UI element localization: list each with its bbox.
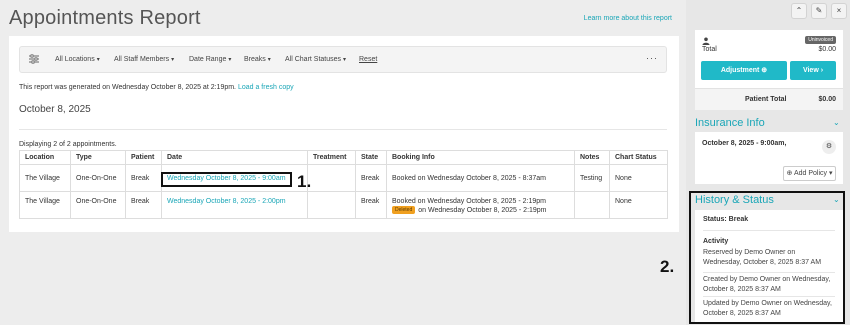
total-value: $0.00 [818, 46, 836, 53]
cell-type: One-On-One [70, 164, 126, 192]
deleted-badge: Deleted [392, 206, 416, 214]
deleted-text: on Wednesday October 8, 2025 - 2:19pm [418, 206, 547, 214]
table-header-row: Location Type Patient Date Treatment Sta… [19, 150, 668, 165]
gear-icon[interactable]: ⚙ [822, 140, 836, 154]
cell-booking-info: Booked on Wednesday October 8, 2025 - 8:… [386, 164, 575, 192]
divider [19, 129, 667, 130]
insurance-panel: October 8, 2025 - 9:00am, ⚙ ⊕ Add Policy… [695, 132, 843, 184]
patient-total-row: Patient Total $0.00 [695, 88, 843, 110]
cell-date-link[interactable]: Wednesday October 8, 2025 - 2:00pm [161, 191, 308, 219]
table-row: The Village One-On-One Break Wednesday O… [19, 191, 668, 219]
callout-number-1: 1. [297, 172, 312, 191]
col-booking-info: Booking Info [386, 150, 575, 165]
booking-text: Booked on Wednesday October 8, 2025 - 2:… [392, 198, 546, 205]
table-row: The Village One-On-One Break Wednesday O… [19, 164, 668, 192]
patient-total-value: $0.00 [818, 96, 836, 103]
col-state: State [355, 150, 387, 165]
generated-info: This report was generated on Wednesday O… [19, 84, 294, 91]
cell-state: Break [355, 164, 387, 192]
cell-chart-status: None [609, 191, 668, 219]
insurance-date: October 8, 2025 - 9:00am, [702, 140, 787, 147]
caret-down-icon: ▾ [228, 57, 232, 63]
cell-booking-info: Booked on Wednesday October 8, 2025 - 2:… [386, 191, 575, 219]
callout-number-2: 2. [660, 257, 675, 276]
cell-type: One-On-One [70, 191, 126, 219]
cell-location: The Village [19, 164, 71, 192]
report-card: All Locations ▾ All Staff Members ▾ Date R… [9, 36, 679, 232]
col-chart-status: Chart Status [609, 150, 668, 165]
adjustment-button[interactable]: Adjustment ⊕ [701, 61, 787, 80]
highlight-box-date [161, 172, 292, 187]
cell-notes [574, 191, 610, 219]
cell-state: Break [355, 191, 387, 219]
col-date: Date [161, 150, 308, 165]
uninvoiced-badge: Uninvoiced [805, 36, 836, 44]
sliders-icon[interactable] [29, 54, 39, 64]
chevron-down-icon[interactable]: ⌄ [833, 118, 840, 127]
pencil-icon[interactable]: ✎ [811, 3, 827, 19]
view-button[interactable]: View › [790, 61, 836, 80]
cell-chart-status: None [609, 164, 668, 192]
report-main: Appointments Report Learn more about thi… [0, 0, 686, 325]
more-options-icon[interactable]: ··· [646, 53, 658, 63]
page-title: Appointments Report [9, 7, 201, 29]
filter-chart-statuses-label: All Chart Statuses [285, 56, 342, 63]
filter-locations[interactable]: All Locations ▾ [55, 56, 100, 63]
filter-locations-label: All Locations [55, 56, 95, 63]
patient-total-label: Patient Total [745, 96, 787, 103]
filter-breaks-label: Breaks [244, 56, 266, 63]
col-type: Type [70, 150, 126, 165]
cell-treatment [307, 164, 356, 192]
col-location: Location [19, 150, 71, 165]
caret-down-icon: ▾ [171, 57, 175, 63]
plus-circle-icon: ⊕ [786, 170, 793, 177]
cell-patient: Break [125, 191, 162, 219]
filter-date-range-label: Date Range [189, 56, 227, 63]
adjustment-label: Adjustment [720, 67, 760, 74]
total-label: Total [702, 46, 717, 53]
caret-down-icon: ▾ [828, 170, 833, 177]
load-fresh-copy-link[interactable]: Load a fresh copy [238, 84, 294, 91]
generated-text: This report was generated on Wednesday O… [19, 84, 236, 91]
deleted-line: Deleted on Wednesday October 8, 2025 - 2:… [392, 206, 569, 214]
caret-down-icon: ▾ [96, 57, 100, 63]
col-notes: Notes [574, 150, 610, 165]
filter-chart-statuses[interactable]: All Chart Statuses ▾ [285, 56, 346, 63]
view-label: View [802, 67, 819, 74]
highlight-box-history [689, 191, 845, 324]
cell-location: The Village [19, 191, 71, 219]
filter-staff-label: All Staff Members [114, 56, 170, 63]
insurance-info-title[interactable]: Insurance Info [695, 117, 765, 129]
reset-link[interactable]: Reset [359, 56, 377, 63]
col-patient: Patient [125, 150, 162, 165]
caret-down-icon: ▾ [343, 57, 347, 63]
appointments-table: Location Type Patient Date Treatment Sta… [19, 150, 668, 219]
cell-patient: Break [125, 164, 162, 192]
cell-notes: Testing [574, 164, 610, 192]
report-date-heading: October 8, 2025 [19, 104, 91, 115]
plus-circle-icon: ⊕ [761, 67, 768, 74]
close-icon[interactable]: × [831, 3, 847, 19]
filter-breaks[interactable]: Breaks ▾ [244, 56, 271, 63]
add-policy-label: Add Policy [793, 170, 828, 177]
displaying-count: Displaying 2 of 2 appointments. [19, 141, 117, 148]
cell-treatment [307, 191, 356, 219]
filter-staff[interactable]: All Staff Members ▾ [114, 56, 174, 63]
chevrons-up-icon[interactable]: ⌃ [791, 3, 807, 19]
chevron-right-icon: › [820, 67, 824, 74]
col-treatment: Treatment [307, 150, 356, 165]
filter-bar: All Locations ▾ All Staff Members ▾ Date R… [19, 46, 667, 73]
caret-down-icon: ▾ [267, 57, 271, 63]
learn-more-link[interactable]: Learn more about this report [584, 15, 672, 22]
user-icon [702, 37, 710, 45]
add-policy-button[interactable]: ⊕ Add Policy ▾ [783, 166, 836, 181]
filter-date-range[interactable]: Date Range ▾ [189, 56, 231, 63]
